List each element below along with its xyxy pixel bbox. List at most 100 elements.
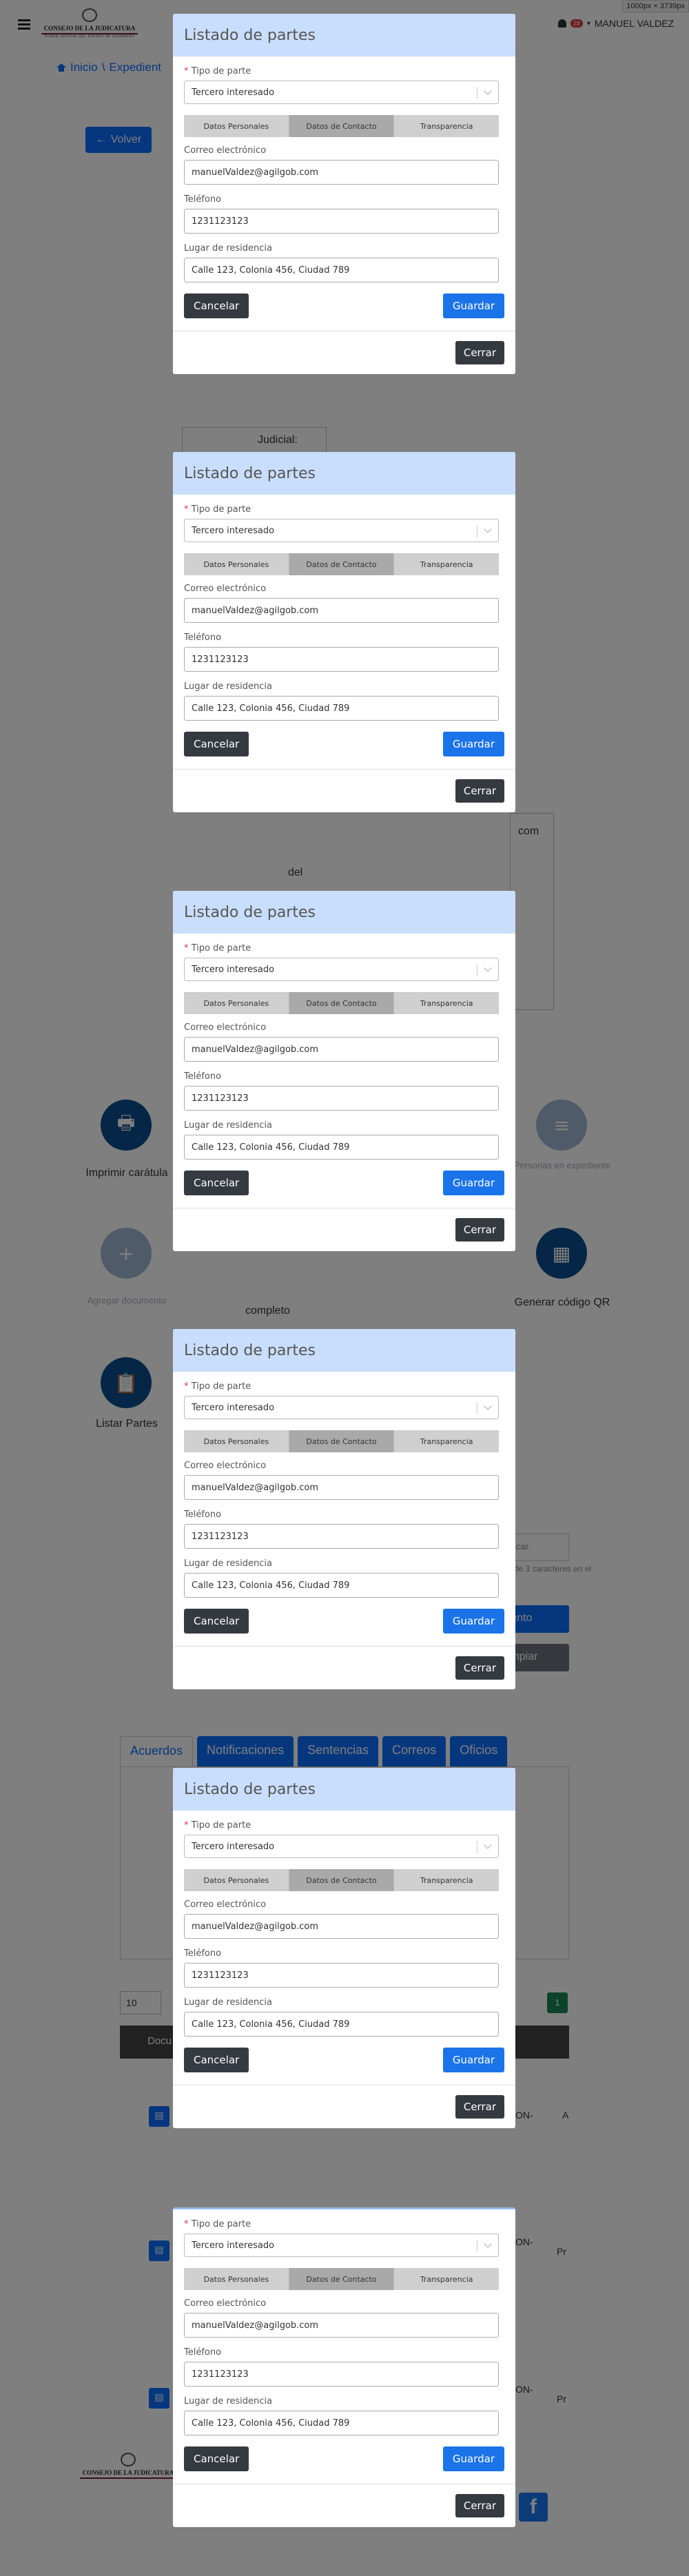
phone-field[interactable]: 1231123123 [184, 209, 499, 234]
tab-transparencia[interactable]: Transparencia [394, 992, 500, 1014]
tab-datos-contacto[interactable]: Datos de Contacto [289, 1430, 395, 1452]
save-button[interactable]: Guardar [442, 2446, 504, 2471]
form-actions: Cancelar Guardar [184, 292, 504, 320]
cancel-button[interactable]: Cancelar [184, 1609, 249, 1634]
parties-modal: Listado de partes * Tipo de parte Tercer… [173, 14, 515, 374]
tab-transparencia[interactable]: Transparencia [394, 1869, 500, 1891]
save-button[interactable]: Guardar [442, 732, 504, 756]
tab-datos-personales[interactable]: Datos Personales [184, 553, 289, 575]
close-button[interactable]: Cerrar [455, 2494, 504, 2517]
email-field[interactable]: manuelValdez@agilgob.com [184, 1475, 499, 1500]
residence-label: Lugar de residencia [184, 243, 272, 254]
tab-datos-personales[interactable]: Datos Personales [184, 2268, 289, 2290]
tipo-parte-label: * Tipo de parte [184, 1820, 251, 1831]
tab-datos-contacto[interactable]: Datos de Contacto [289, 992, 395, 1014]
tipo-parte-value: Tercero interesado [192, 1842, 275, 1852]
tab-datos-personales[interactable]: Datos Personales [184, 1430, 289, 1452]
cancel-button[interactable]: Cancelar [184, 293, 249, 318]
close-button[interactable]: Cerrar [455, 1656, 504, 1680]
residence-label: Lugar de residencia [184, 1558, 272, 1569]
tipo-parte-value: Tercero interesado [192, 1403, 275, 1413]
tipo-parte-value: Tercero interesado [192, 87, 275, 98]
close-button[interactable]: Cerrar [455, 1218, 504, 1241]
modal-backdrop[interactable] [0, 0, 689, 2576]
close-button[interactable]: Cerrar [455, 341, 504, 364]
modal-body: * Tipo de parte Tercero interesado Datos… [173, 56, 515, 320]
cancel-button[interactable]: Cancelar [184, 732, 249, 756]
save-button[interactable]: Guardar [442, 1171, 504, 1195]
phone-field[interactable]: 1231123123 [184, 1524, 499, 1549]
email-label: Correo electrónico [184, 1022, 267, 1033]
phone-field[interactable]: 1231123123 [184, 647, 499, 672]
save-button[interactable]: Guardar [442, 2048, 504, 2072]
modal-header: Listado de partes [173, 1329, 515, 1372]
tipo-parte-select[interactable]: Tercero interesado [184, 1835, 499, 1858]
residence-field[interactable]: Calle 123, Colonia 456, Ciudad 789 [184, 696, 499, 721]
modal-title: Listado de partes [184, 903, 316, 921]
cancel-button[interactable]: Cancelar [184, 2446, 249, 2471]
email-label: Correo electrónico [184, 584, 267, 594]
email-label: Correo electrónico [184, 1899, 267, 1910]
residence-field[interactable]: Calle 123, Colonia 456, Ciudad 789 [184, 1573, 499, 1598]
tab-datos-contacto[interactable]: Datos de Contacto [289, 115, 395, 137]
email-field[interactable]: manuelValdez@agilgob.com [184, 598, 499, 623]
close-button[interactable]: Cerrar [455, 779, 504, 803]
tipo-parte-label: * Tipo de parte [184, 943, 251, 954]
tipo-parte-select[interactable]: Tercero interesado [184, 81, 499, 104]
residence-label: Lugar de residencia [184, 1997, 272, 2008]
modal-title: Listado de partes [184, 464, 316, 482]
form-tabs: Datos Personales Datos de Contacto Trans… [184, 553, 500, 575]
phone-field[interactable]: 1231123123 [184, 1963, 499, 1988]
phone-label: Teléfono [184, 1071, 222, 1082]
residence-field[interactable]: Calle 123, Colonia 456, Ciudad 789 [184, 2012, 499, 2037]
phone-field[interactable]: 1231123123 [184, 1086, 499, 1111]
cancel-button[interactable]: Cancelar [184, 1171, 249, 1195]
parties-modal: Listado de partes * Tipo de parte Tercer… [173, 1768, 515, 2128]
email-label: Correo electrónico [184, 145, 267, 156]
phone-field[interactable]: 1231123123 [184, 2362, 499, 2387]
tab-transparencia[interactable]: Transparencia [394, 1430, 500, 1452]
cancel-button[interactable]: Cancelar [184, 2048, 249, 2072]
tab-datos-personales[interactable]: Datos Personales [184, 992, 289, 1014]
modal-body: * Tipo de parte Tercero interesado Datos… [173, 2209, 515, 2473]
form-tabs: Datos Personales Datos de Contacto Trans… [184, 2268, 500, 2290]
tipo-parte-select[interactable]: Tercero interesado [184, 958, 499, 981]
tab-datos-contacto[interactable]: Datos de Contacto [289, 1869, 395, 1891]
residence-field[interactable]: Calle 123, Colonia 456, Ciudad 789 [184, 258, 499, 282]
tab-datos-contacto[interactable]: Datos de Contacto [289, 553, 395, 575]
tab-datos-personales[interactable]: Datos Personales [184, 1869, 289, 1891]
tipo-parte-label: * Tipo de parte [184, 1381, 251, 1392]
tab-transparencia[interactable]: Transparencia [394, 553, 500, 575]
email-field[interactable]: manuelValdez@agilgob.com [184, 160, 499, 185]
modal-header: Listado de partes [173, 452, 515, 495]
email-field[interactable]: manuelValdez@agilgob.com [184, 2313, 499, 2338]
save-button[interactable]: Guardar [442, 293, 504, 318]
tipo-parte-select[interactable]: Tercero interesado [184, 519, 499, 542]
tipo-parte-select[interactable]: Tercero interesado [184, 1396, 499, 1419]
modal-header: Listado de partes [173, 891, 515, 934]
tab-datos-personales[interactable]: Datos Personales [184, 115, 289, 137]
modal-footer: Cerrar [173, 2085, 515, 2128]
residence-field[interactable]: Calle 123, Colonia 456, Ciudad 789 [184, 2411, 499, 2435]
save-button[interactable]: Guardar [442, 1609, 504, 1634]
modal-title: Listado de partes [184, 1341, 316, 1359]
residence-field[interactable]: Calle 123, Colonia 456, Ciudad 789 [184, 1135, 499, 1160]
tab-transparencia[interactable]: Transparencia [394, 2268, 500, 2290]
form-tabs: Datos Personales Datos de Contacto Trans… [184, 992, 500, 1014]
phone-label: Teléfono [184, 1948, 222, 1959]
parties-modal: Listado de partes * Tipo de parte Tercer… [173, 2207, 515, 2527]
phone-label: Teléfono [184, 1509, 222, 1520]
email-field[interactable]: manuelValdez@agilgob.com [184, 1914, 499, 1939]
modal-title: Listado de partes [184, 26, 316, 44]
tab-transparencia[interactable]: Transparencia [394, 115, 500, 137]
close-button[interactable]: Cerrar [455, 2095, 504, 2119]
tab-datos-contacto[interactable]: Datos de Contacto [289, 2268, 395, 2290]
modal-footer: Cerrar [173, 1646, 515, 1689]
modal-footer: Cerrar [173, 1208, 515, 1251]
form-tabs: Datos Personales Datos de Contacto Trans… [184, 1869, 500, 1891]
tipo-parte-select[interactable]: Tercero interesado [184, 2234, 499, 2257]
modal-header: Listado de partes [173, 1768, 515, 1811]
modal-body: * Tipo de parte Tercero interesado Datos… [173, 495, 515, 758]
form-actions: Cancelar Guardar [184, 1607, 504, 1635]
email-field[interactable]: manuelValdez@agilgob.com [184, 1037, 499, 1062]
